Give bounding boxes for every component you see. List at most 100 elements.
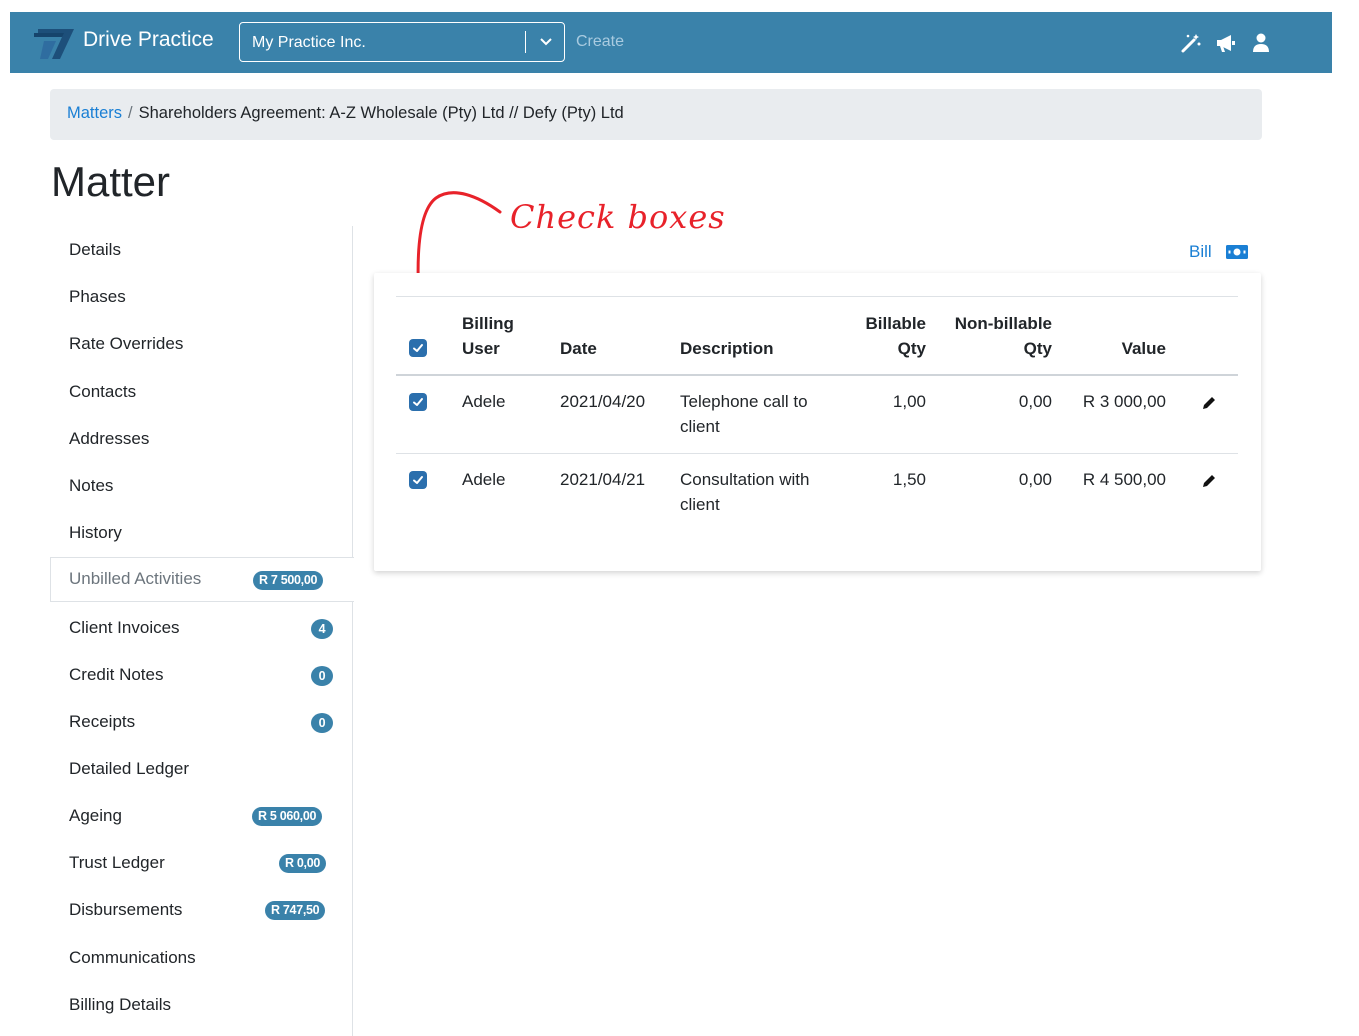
breadcrumb-divider: /: [128, 104, 133, 122]
sidebar-item-ageing[interactable]: Ageing R 5 060,00: [50, 794, 353, 838]
header-billing-user-line2: User: [462, 339, 500, 358]
matter-sidebar-nav: Details Phases Rate Overrides Contacts A…: [50, 226, 354, 1036]
header-value[interactable]: Value: [1066, 336, 1166, 361]
magic-wand-icon[interactable]: [1180, 32, 1202, 54]
trust-ledger-amount-badge: R 0,00: [279, 854, 327, 873]
sidebar-item-communications[interactable]: Communications: [50, 936, 353, 980]
sidebar-item-label: Phases: [69, 287, 126, 306]
cell-nonbillable-qty: 0,00: [1018, 470, 1052, 489]
header-nonbillable-line1: Non-billable: [954, 314, 1052, 333]
brand-name[interactable]: Drive Practice: [83, 28, 214, 52]
sidebar-item-receipts[interactable]: Receipts 0: [50, 700, 353, 744]
credit-notes-count-badge: 0: [311, 666, 333, 686]
sidebar-item-label: Ageing: [69, 806, 122, 825]
header-description[interactable]: Description: [680, 336, 774, 361]
row-checkbox[interactable]: [409, 471, 427, 489]
row-divider: [396, 453, 1238, 454]
sidebar-item-client-invoices[interactable]: Client Invoices 4: [50, 606, 353, 650]
cell-value: R 4 500,00: [1082, 470, 1166, 489]
ageing-amount-badge: R 5 060,00: [252, 807, 323, 826]
sidebar-item-label: Contacts: [69, 382, 137, 401]
sidebar-item-label: Details: [69, 240, 121, 259]
check-icon: [413, 398, 423, 406]
drive-practice-logo-icon[interactable]: [34, 25, 76, 61]
cell-user: Adele: [462, 392, 506, 411]
sidebar-item-label: Client Invoices: [69, 618, 180, 637]
sidebar-item-label: Disbursements: [69, 900, 183, 919]
sidebar-item-label: Trust Ledger: [69, 853, 165, 872]
header-billable-line1: Billable: [865, 314, 926, 333]
header-date[interactable]: Date: [560, 336, 597, 361]
sidebar-item-credit-notes[interactable]: Credit Notes 0: [50, 653, 353, 697]
sidebar-item-addresses[interactable]: Addresses: [50, 417, 353, 461]
sidebar-item-label: Receipts: [69, 712, 136, 731]
cell-user: Adele: [462, 470, 506, 489]
header-nonbillable-line2: Qty: [1023, 339, 1052, 358]
table-top-border: [396, 296, 1238, 297]
check-icon: [413, 476, 423, 484]
header-billing-user[interactable]: Billing User: [462, 311, 514, 361]
sidebar-item-billing-details[interactable]: Billing Details: [50, 983, 353, 1027]
sidebar-item-rate-overrides[interactable]: Rate Overrides: [50, 322, 353, 366]
breadcrumb-matters-link[interactable]: Matters: [67, 104, 122, 122]
cell-description-line1: Telephone call to: [680, 392, 808, 411]
page-title: Matter: [51, 158, 171, 205]
megaphone-icon[interactable]: [1215, 32, 1237, 54]
cell-value: R 3 000,00: [1082, 392, 1166, 411]
create-link[interactable]: Create: [576, 33, 624, 51]
top-navbar: Drive Practice My Practice Inc. Create: [10, 12, 1332, 73]
sidebar-item-unbilled-activities[interactable]: Unbilled Activities R 7 500,00: [50, 557, 354, 602]
header-billing-user-line1: Billing: [462, 314, 514, 333]
cell-billable-qty: 1,50: [892, 470, 926, 489]
sidebar-item-label: Billing Details: [69, 995, 172, 1014]
cell-description-line2: client: [680, 417, 720, 436]
sidebar-item-history[interactable]: History: [50, 511, 353, 555]
organization-select[interactable]: My Practice Inc.: [239, 22, 565, 62]
sidebar-item-trust-ledger[interactable]: Trust Ledger R 0,00: [50, 841, 353, 885]
sidebar-item-detailed-ledger[interactable]: Detailed Ledger: [50, 747, 353, 791]
money-bill-icon[interactable]: [1226, 245, 1248, 259]
bill-link[interactable]: Bill: [1189, 242, 1212, 262]
cell-date: 2021/04/21: [560, 470, 646, 489]
unbilled-amount-badge: R 7 500,00: [253, 571, 324, 590]
sidebar-item-label: History: [69, 523, 122, 542]
header-billable-line2: Qty: [897, 339, 926, 358]
header-billable-qty[interactable]: Billable Qty: [824, 311, 926, 361]
pencil-edit-icon[interactable]: [1200, 472, 1218, 490]
cell-description-line1: Consultation with: [680, 470, 810, 489]
sidebar-item-label: Credit Notes: [69, 665, 164, 684]
unbilled-activities-card: Billing User Date Description Billable Q…: [374, 273, 1261, 571]
row-checkbox[interactable]: [409, 393, 427, 411]
cell-description: Consultation with client: [680, 467, 809, 517]
header-nonbillable-qty[interactable]: Non-billable Qty: [934, 311, 1052, 361]
pencil-edit-icon[interactable]: [1200, 394, 1218, 412]
chevron-down-icon[interactable]: [538, 33, 554, 49]
annotation-check-boxes-text: Check boxes: [510, 198, 726, 236]
sidebar-item-label: Rate Overrides: [69, 334, 184, 353]
user-icon[interactable]: [1250, 32, 1272, 54]
cell-date: 2021/04/20: [560, 392, 646, 411]
disbursements-amount-badge: R 747,50: [265, 901, 326, 920]
cell-description: Telephone call to client: [680, 389, 808, 439]
header-divider: [396, 374, 1238, 376]
sidebar-item-phases[interactable]: Phases: [50, 275, 353, 319]
check-icon: [413, 344, 423, 352]
sidebar-item-notes[interactable]: Notes: [50, 464, 353, 508]
organization-select-value: My Practice Inc.: [252, 34, 366, 51]
receipts-count-badge: 0: [311, 713, 333, 733]
sidebar-item-label: Communications: [69, 948, 196, 967]
breadcrumb: Matters / Shareholders Agreement: A-Z Whol…: [50, 89, 1262, 140]
sidebar-item-details[interactable]: Details: [50, 228, 353, 272]
sidebar-item-label: Notes: [69, 476, 114, 495]
cell-billable-qty: 1,00: [892, 392, 926, 411]
breadcrumb-current: Shareholders Agreement: A-Z Wholesale (P…: [138, 104, 624, 122]
select-divider: [525, 31, 526, 53]
select-all-checkbox[interactable]: [409, 339, 427, 357]
sidebar-item-disbursements[interactable]: Disbursements R 747,50: [50, 888, 353, 932]
sidebar-item-label: Unbilled Activities: [69, 569, 202, 588]
sidebar-item-label: Detailed Ledger: [69, 759, 190, 778]
cell-description-line2: client: [680, 495, 720, 514]
client-invoices-count-badge: 4: [311, 619, 333, 639]
sidebar-item-contacts[interactable]: Contacts: [50, 370, 353, 414]
cell-nonbillable-qty: 0,00: [1018, 392, 1052, 411]
